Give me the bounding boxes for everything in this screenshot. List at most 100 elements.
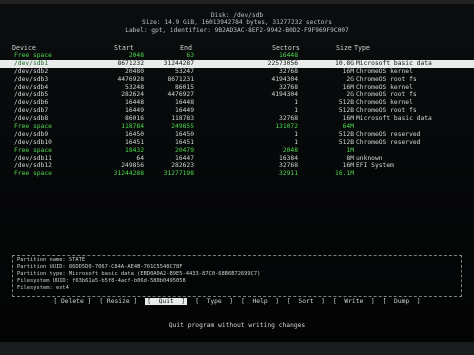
cell-device: /dev/sdb4 bbox=[14, 83, 49, 91]
cell-sectors: 16384 bbox=[279, 154, 298, 162]
menu-button-sort[interactable]: [ Sort ] bbox=[287, 298, 325, 305]
cell-start: 31244288 bbox=[113, 170, 144, 178]
menu-button-dump[interactable]: [ Dump ] bbox=[383, 298, 421, 305]
cell-start: 16451 bbox=[125, 138, 144, 146]
cell-size: 2G bbox=[346, 75, 354, 83]
cell-start: 4476928 bbox=[117, 75, 144, 83]
partition-row[interactable]: /dev/sdb3 4476928 8671231 4194304 2G ChromeOS… bbox=[0, 76, 474, 84]
cell-end: 31244287 bbox=[163, 59, 194, 67]
status-line: Quit program without writing changes bbox=[168, 322, 306, 329]
cell-device: Free space bbox=[14, 52, 52, 59]
cell-start: 20480 bbox=[125, 67, 144, 75]
cell-device: /dev/sdb1 bbox=[14, 59, 49, 67]
partition-row[interactable]: /dev/sdb2 20480 53247 32768 16M ChromeOS kern… bbox=[0, 68, 474, 76]
cell-end: 53247 bbox=[175, 67, 194, 75]
cell-end: 31277198 bbox=[163, 170, 194, 178]
disk-label: Label: gpt, identifier: 9B2AD3AC-8EF2-99… bbox=[125, 27, 349, 34]
cell-sectors: 131072 bbox=[275, 123, 298, 131]
cell-start: 2048 bbox=[128, 52, 144, 59]
cell-type: ChromeOS kernel bbox=[356, 99, 413, 107]
cell-end: 16451 bbox=[175, 138, 194, 146]
info-line: Partition type: Microsoft basic data (EB… bbox=[17, 271, 261, 278]
cell-sectors: 22573056 bbox=[267, 59, 298, 67]
free-space-row[interactable]: Free space 18432 20479 2048 1M bbox=[0, 147, 474, 155]
free-space-row[interactable]: Free space 31244288 31277198 32911 16.1M bbox=[0, 170, 474, 178]
cell-size: 10.8G bbox=[335, 59, 354, 67]
cell-sectors: 32768 bbox=[279, 67, 298, 75]
menu-button-resize[interactable]: [ Resize ] bbox=[99, 298, 137, 305]
cell-sectors: 32768 bbox=[279, 83, 298, 91]
cell-end: 4476927 bbox=[167, 91, 194, 99]
cell-type: ChromeOS root fs bbox=[356, 75, 417, 83]
cell-type: ChromeOS reserved bbox=[356, 138, 421, 146]
partition-row[interactable]: /dev/sdb12 249856 282623 32768 16M EFI System bbox=[0, 162, 474, 170]
cell-sectors: 32911 bbox=[279, 170, 298, 178]
cell-sectors: 1 bbox=[294, 138, 298, 146]
disk-size: Size: 14.9 GiB, 16013942784 bytes, 31277… bbox=[142, 19, 332, 26]
free-space-row[interactable]: Free space 2048 63 16448 bbox=[0, 52, 474, 60]
cell-device: /dev/sdb3 bbox=[14, 75, 49, 83]
cell-type: ChromeOS root fs bbox=[356, 107, 417, 115]
cell-device: /dev/sdb11 bbox=[14, 154, 52, 162]
cell-end: 63 bbox=[186, 52, 194, 59]
cell-size: 16M bbox=[342, 67, 354, 75]
cell-size: 512B bbox=[338, 99, 354, 107]
partition-row[interactable]: /dev/sdb10 16451 16451 1 512B ChromeOS reserv… bbox=[0, 139, 474, 147]
cell-start: 16449 bbox=[125, 107, 144, 115]
cell-end: 16447 bbox=[175, 154, 194, 162]
partition-row[interactable]: /dev/sdb6 16448 16448 1 512B ChromeOS kernel bbox=[0, 99, 474, 107]
cell-device: /dev/sdb9 bbox=[14, 130, 49, 138]
cell-size: 16.1M bbox=[335, 170, 354, 178]
partition-row[interactable]: /dev/sdb1 8671232 31244287 22573056 10.8G Mic… bbox=[0, 59, 474, 68]
menu-button-delete[interactable]: [ Delete ] bbox=[53, 298, 91, 305]
cell-type: Microsoft basic data bbox=[356, 115, 432, 123]
partition-row[interactable]: /dev/sdb9 16450 16450 1 512B ChromeOS reserve… bbox=[0, 131, 474, 139]
info-line: Partition name: STATE bbox=[17, 257, 86, 263]
col-sectors: Sectors bbox=[272, 44, 300, 52]
cell-sectors: 2048 bbox=[282, 146, 298, 154]
partition-row[interactable]: /dev/sdb11 64 16447 16384 8M unknown bbox=[0, 155, 474, 163]
cell-sectors: 4194304 bbox=[271, 91, 298, 99]
cell-type: ChromeOS reserved bbox=[356, 130, 421, 138]
partition-row[interactable]: /dev/sdb7 16449 16449 1 512B ChromeOS root fs bbox=[0, 107, 474, 115]
cell-start: 53248 bbox=[125, 83, 144, 91]
cell-size: 16M bbox=[342, 83, 354, 91]
cell-size: 8M bbox=[346, 154, 354, 162]
cell-sectors: 1 bbox=[294, 99, 298, 107]
cell-type: Microsoft basic data bbox=[356, 59, 432, 67]
cell-start: 16448 bbox=[125, 99, 144, 107]
cell-device: Free space bbox=[14, 170, 52, 178]
cell-device: /dev/sdb2 bbox=[14, 67, 49, 75]
cell-sectors: 1 bbox=[294, 130, 298, 138]
col-end: End bbox=[180, 44, 192, 52]
cell-device: /dev/sdb6 bbox=[14, 99, 49, 107]
cell-end: 16450 bbox=[175, 130, 194, 138]
cell-type: EFI System bbox=[356, 162, 394, 170]
cell-sectors: 1 bbox=[294, 107, 298, 115]
action-menu: [ Delete ] [ Resize ] [ Quit ] [ Type ] [ He… bbox=[0, 298, 474, 305]
cell-size: 64M bbox=[342, 123, 354, 131]
cell-device: /dev/sdb7 bbox=[14, 107, 49, 115]
menu-button-help[interactable]: [ Help ] bbox=[241, 298, 279, 305]
info-line: Filesystem: ext4 bbox=[17, 285, 69, 292]
cell-size: 512B bbox=[338, 107, 354, 115]
menu-button-quit[interactable]: [ Quit ] bbox=[145, 298, 188, 305]
cell-size: 512B bbox=[338, 138, 354, 146]
cell-start: 16450 bbox=[125, 130, 144, 138]
free-space-row[interactable]: Free space 118784 249855 131072 64M bbox=[0, 123, 474, 131]
partition-table: Free space 2048 63 16448/dev/sdb1 8671232 312… bbox=[0, 52, 474, 178]
terminal-screen: Disk: /dev/sdb Size: 14.9 GiB, 160139427… bbox=[0, 0, 474, 355]
cell-end: 86015 bbox=[175, 83, 194, 91]
cell-start: 282624 bbox=[121, 91, 144, 99]
cell-sectors: 32768 bbox=[279, 162, 298, 170]
cell-end: 249855 bbox=[171, 123, 194, 131]
partition-row[interactable]: /dev/sdb4 53248 86015 32768 16M ChromeOS kern… bbox=[0, 84, 474, 92]
info-line: Filesystem UUID: f63b61a5-b5f8-4acf-b06d… bbox=[17, 278, 186, 285]
partition-row[interactable]: /dev/sdb8 86016 118783 32768 16M Microsoft ba… bbox=[0, 115, 474, 123]
partition-row[interactable]: /dev/sdb5 282624 4476927 4194304 2G ChromeOS … bbox=[0, 91, 474, 99]
menu-button-type[interactable]: [ Type ] bbox=[195, 298, 233, 305]
cell-end: 20479 bbox=[175, 146, 194, 154]
cell-device: /dev/sdb10 bbox=[14, 138, 52, 146]
cell-start: 118784 bbox=[121, 123, 144, 131]
menu-button-write[interactable]: [ Write ] bbox=[333, 298, 375, 305]
